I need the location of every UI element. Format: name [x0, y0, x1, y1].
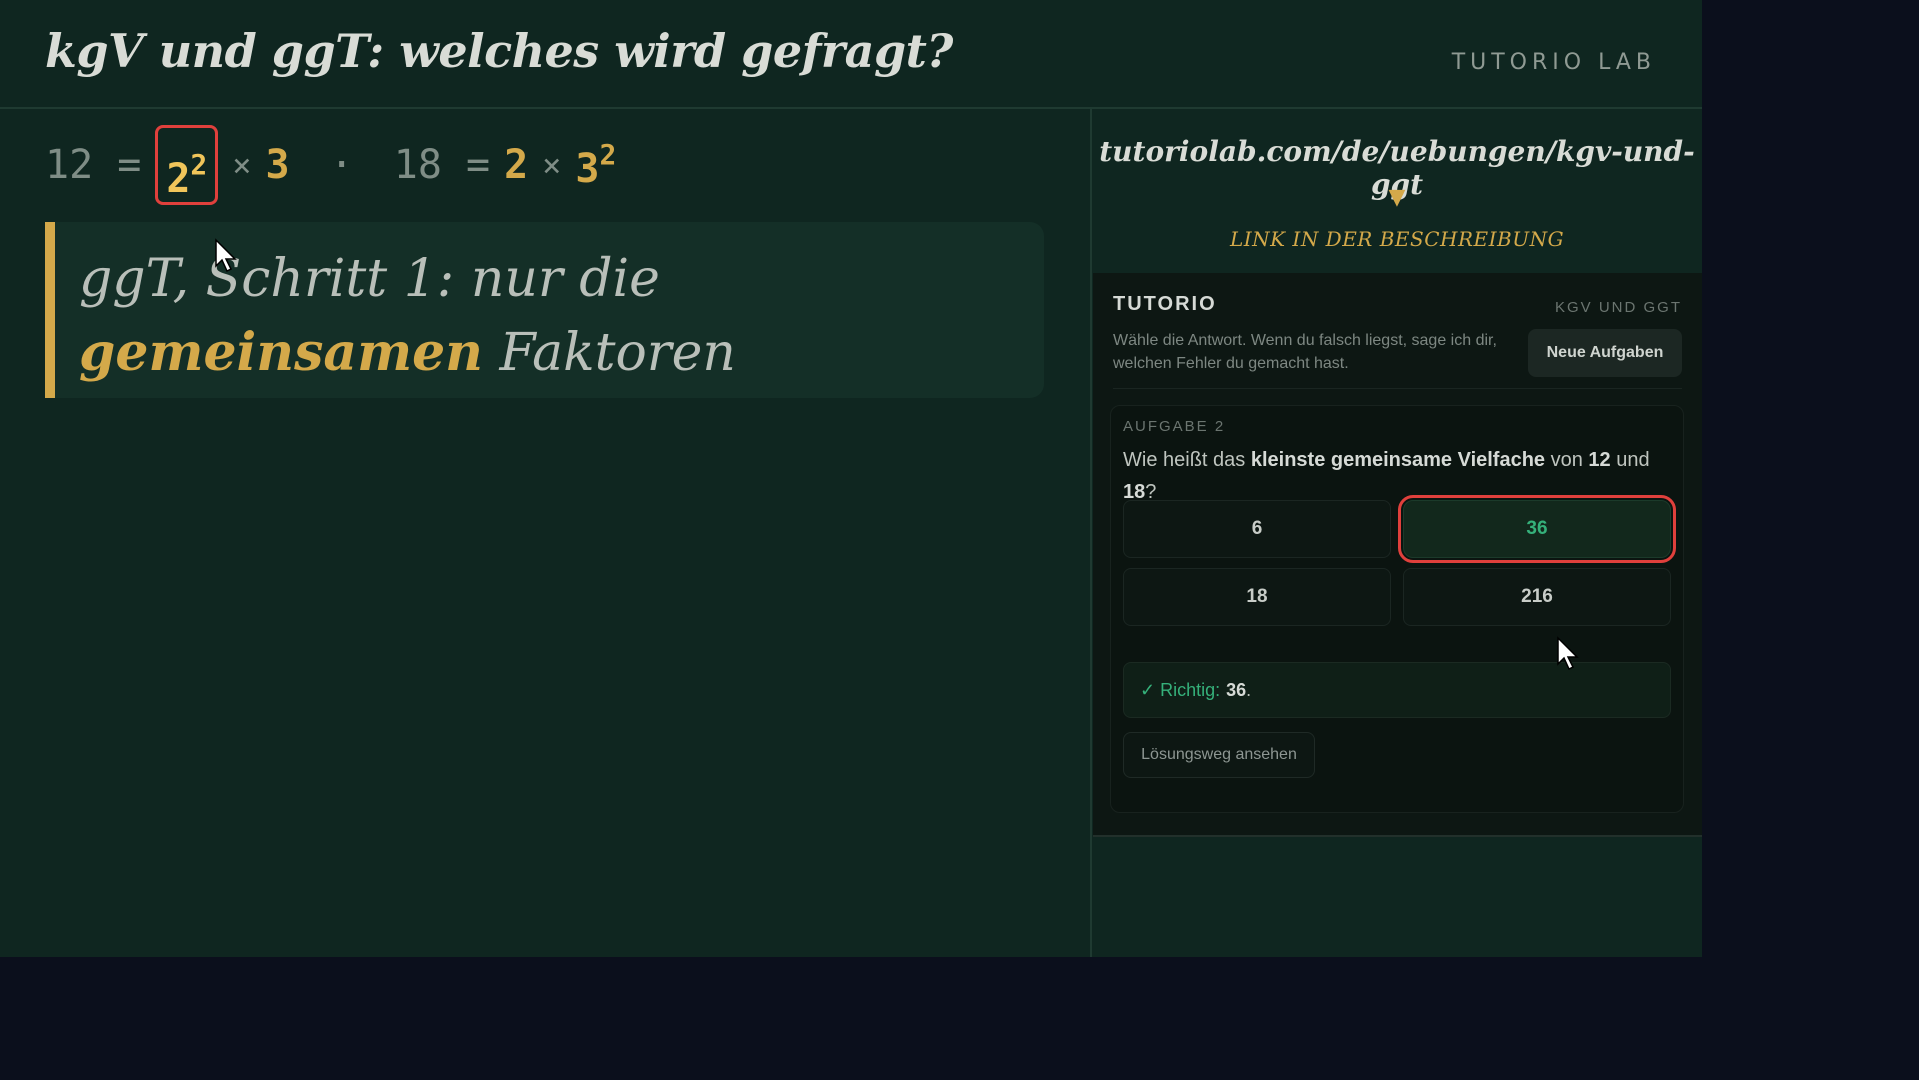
widget-description: Wähle die Antwort. Wenn du falsch liegst…: [1113, 332, 1497, 372]
answer-option[interactable]: 216: [1403, 568, 1671, 626]
widget-title: TUTORIO: [1113, 293, 1217, 315]
task-card: AUFGABE 2 Wie heißt das kleinste gemeins…: [1110, 405, 1684, 813]
link-hint: LINK IN DER BESCHREIBUNG: [1229, 227, 1565, 251]
task-label: AUFGABE 2: [1123, 418, 1226, 435]
factor-3: 3: [265, 142, 290, 188]
task-question: Wie heißt das kleinste gemeinsame Vielfa…: [1123, 449, 1650, 503]
widget-topic: KGV UND GGT: [1554, 299, 1682, 316]
mouse-cursor-icon: [215, 238, 237, 273]
result-feedback: ✓ Richtig: 36 .: [1123, 662, 1671, 718]
answer-option-correct[interactable]: 36: [1398, 495, 1676, 563]
times-sign: ×: [542, 146, 562, 184]
explanation-callout: ggT, Schritt 1: nur die gemeinsamen Fakt…: [45, 222, 1044, 398]
result-value: 36: [1226, 679, 1247, 700]
mouse-cursor-icon: [1557, 636, 1579, 671]
answer-option[interactable]: 6: [1123, 500, 1391, 558]
quiz-widget: TUTORIO KGV UND GGT Wähle die Antwort. W…: [1093, 273, 1702, 837]
prime-factorization: 12 = 22 × 3 · 18 = 2 × 32: [45, 125, 617, 205]
callout-line2: Faktoren: [483, 323, 736, 383]
video-stage: kgV und ggT: welches wird gefragt? TUTOR…: [0, 0, 1702, 957]
brand-logo: TUTORIO LAB: [1451, 50, 1656, 75]
separator-dot: ·: [329, 142, 354, 188]
answer-option[interactable]: 18: [1123, 568, 1391, 626]
divider: [1113, 388, 1682, 389]
eq-left: 12 =: [45, 142, 142, 188]
times-sign: ×: [232, 146, 252, 184]
callout-line1: ggT, Schritt 1: nur die: [79, 249, 660, 309]
show-solution-button[interactable]: Lösungsweg ansehen: [1123, 732, 1315, 778]
factor-3-squared: 32: [575, 138, 617, 192]
page-title: kgV und ggT: welches wird gefragt?: [45, 24, 953, 78]
eq-right: 18 =: [393, 142, 491, 188]
header: kgV und ggT: welches wird gefragt? TUTOR…: [0, 0, 1702, 109]
factor-2: 2: [504, 142, 529, 188]
arrow-down-icon: ▼: [1388, 185, 1406, 210]
new-tasks-button[interactable]: Neue Aufgaben: [1528, 329, 1682, 377]
boxed-factor: 22: [155, 125, 219, 205]
callout-highlight: gemeinsamen: [79, 322, 483, 383]
check-icon: ✓ Richtig:: [1140, 679, 1221, 700]
